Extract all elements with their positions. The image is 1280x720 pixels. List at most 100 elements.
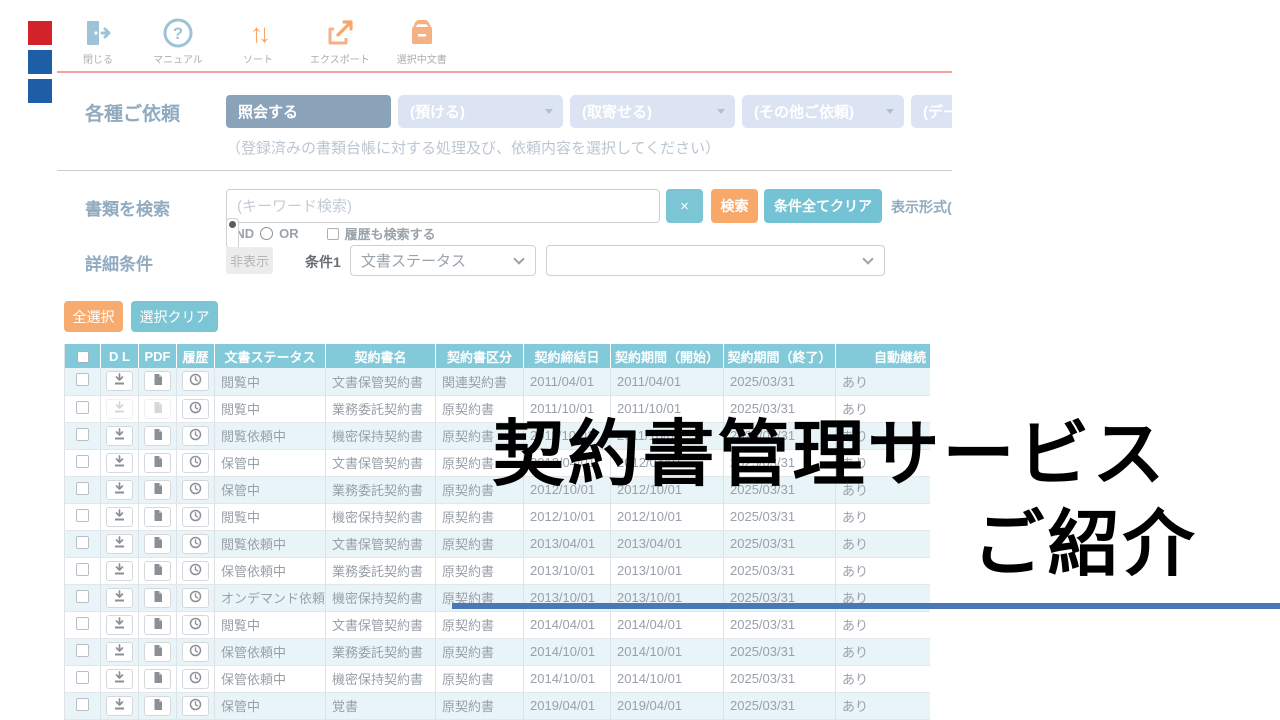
- hide-button[interactable]: 非表示: [226, 247, 273, 274]
- history-button[interactable]: [182, 615, 209, 635]
- column-header: 自動継続: [836, 344, 931, 368]
- row-checkbox[interactable]: [76, 482, 89, 495]
- selected-documents-button[interactable]: 選択中文書: [394, 16, 450, 66]
- clear-selection-button[interactable]: 選択クリア: [131, 301, 218, 332]
- clear-input-button[interactable]: ×: [666, 189, 703, 223]
- history-search-checkbox[interactable]: [327, 228, 339, 240]
- download-icon: [113, 536, 126, 552]
- history-button[interactable]: [182, 371, 209, 391]
- row-checkbox[interactable]: [76, 698, 89, 711]
- header-select-checkbox[interactable]: [77, 351, 89, 363]
- row-checkbox[interactable]: [76, 373, 89, 386]
- start-date-cell: 2012/10/01: [611, 503, 724, 530]
- slide-title-line1: 契約書管理サービス: [430, 416, 1230, 495]
- pdf-button[interactable]: [144, 426, 171, 446]
- row-checkbox[interactable]: [76, 428, 89, 441]
- row-checkbox[interactable]: [76, 509, 89, 522]
- table-row: 閲覧中文書保管契約書関連契約書2011/04/012011/04/012025/…: [65, 368, 931, 395]
- history-button[interactable]: [182, 642, 209, 662]
- export-button[interactable]: エクスポート: [310, 16, 370, 66]
- other-requests-dropdown-button[interactable]: (その他ご依頼): [742, 95, 904, 128]
- download-button[interactable]: [106, 534, 133, 554]
- row-checkbox[interactable]: [76, 644, 89, 657]
- table-row: 閲覧中文書保管契約書原契約書2014/04/012014/04/012025/0…: [65, 611, 931, 638]
- download-button[interactable]: [106, 426, 133, 446]
- row-checkbox[interactable]: [76, 590, 89, 603]
- history-button[interactable]: [182, 588, 209, 608]
- auto-renewal-cell: あり: [836, 557, 931, 584]
- download-button[interactable]: [106, 588, 133, 608]
- search-button[interactable]: 検索: [711, 189, 758, 223]
- manual-button[interactable]: ? マニュアル: [150, 16, 206, 66]
- inquire-button[interactable]: 照会する: [226, 95, 391, 128]
- history-button[interactable]: [182, 426, 209, 446]
- clock-icon: [189, 509, 202, 525]
- download-button[interactable]: [106, 642, 133, 662]
- pdf-button[interactable]: [144, 615, 171, 635]
- contract-name-cell: 覚書: [326, 692, 436, 719]
- history-button[interactable]: [182, 399, 209, 419]
- pdf-button[interactable]: [144, 561, 171, 581]
- history-button[interactable]: [182, 534, 209, 554]
- sort-button[interactable]: ↑↓ ソート: [230, 16, 286, 66]
- or-radio[interactable]: [260, 227, 273, 240]
- history-button[interactable]: [182, 507, 209, 527]
- row-checkbox[interactable]: [76, 455, 89, 468]
- condition1-value-select[interactable]: [546, 245, 885, 276]
- pdf-button[interactable]: [144, 507, 171, 527]
- pdf-icon: [152, 455, 164, 471]
- history-button[interactable]: [182, 453, 209, 473]
- end-date-cell: 2025/03/31: [724, 557, 836, 584]
- deposit-dropdown-button[interactable]: (預ける): [398, 95, 563, 128]
- pdf-button[interactable]: [144, 534, 171, 554]
- row-checkbox[interactable]: [76, 617, 89, 630]
- pdf-button[interactable]: [144, 669, 171, 689]
- pdf-button[interactable]: [144, 642, 171, 662]
- pdf-button[interactable]: [144, 399, 171, 419]
- condition1-label: 条件1: [305, 252, 341, 272]
- close-button[interactable]: 閉じる: [70, 16, 126, 66]
- status-cell: 閲覧中: [215, 368, 326, 395]
- status-cell: 閲覧中: [215, 395, 326, 422]
- clear-all-conditions-button[interactable]: 条件全てクリア: [764, 189, 882, 223]
- select-all-button[interactable]: 全選択: [64, 301, 123, 332]
- keyword-search-input[interactable]: [226, 189, 660, 223]
- pdf-button[interactable]: [144, 371, 171, 391]
- retrieve-dropdown-button[interactable]: (取寄せる): [570, 95, 735, 128]
- download-button[interactable]: [106, 561, 133, 581]
- history-button[interactable]: [182, 561, 209, 581]
- download-button[interactable]: [106, 480, 133, 500]
- contract-type-cell: 原契約書: [436, 530, 524, 557]
- toolbar-divider: [57, 71, 952, 73]
- history-button[interactable]: [182, 480, 209, 500]
- row-checkbox[interactable]: [76, 563, 89, 576]
- row-checkbox[interactable]: [76, 671, 89, 684]
- download-button[interactable]: [106, 669, 133, 689]
- clock-icon: [189, 428, 202, 444]
- pdf-button[interactable]: [144, 696, 171, 716]
- display-format-label: 表示形式(: [891, 197, 952, 217]
- download-button[interactable]: [106, 399, 133, 419]
- download-button[interactable]: [106, 615, 133, 635]
- end-date-cell: 2025/03/31: [724, 611, 836, 638]
- history-button[interactable]: [182, 696, 209, 716]
- download-button[interactable]: [106, 507, 133, 527]
- pdf-icon: [152, 617, 164, 633]
- and-radio[interactable]: [226, 218, 239, 249]
- condition1-select[interactable]: 文書ステータス: [350, 245, 536, 276]
- download-icon: [113, 455, 126, 471]
- download-button[interactable]: [106, 453, 133, 473]
- pdf-icon: [152, 563, 164, 579]
- pdf-icon: [152, 509, 164, 525]
- download-button[interactable]: [106, 696, 133, 716]
- row-checkbox[interactable]: [76, 536, 89, 549]
- data-dropdown-button[interactable]: (デー: [911, 95, 952, 128]
- pdf-button[interactable]: [144, 480, 171, 500]
- download-button[interactable]: [106, 371, 133, 391]
- row-checkbox[interactable]: [76, 401, 89, 414]
- auto-renewal-cell: あり: [836, 611, 931, 638]
- pdf-button[interactable]: [144, 588, 171, 608]
- history-search-label: 履歴も検索する: [345, 224, 436, 243]
- history-button[interactable]: [182, 669, 209, 689]
- pdf-button[interactable]: [144, 453, 171, 473]
